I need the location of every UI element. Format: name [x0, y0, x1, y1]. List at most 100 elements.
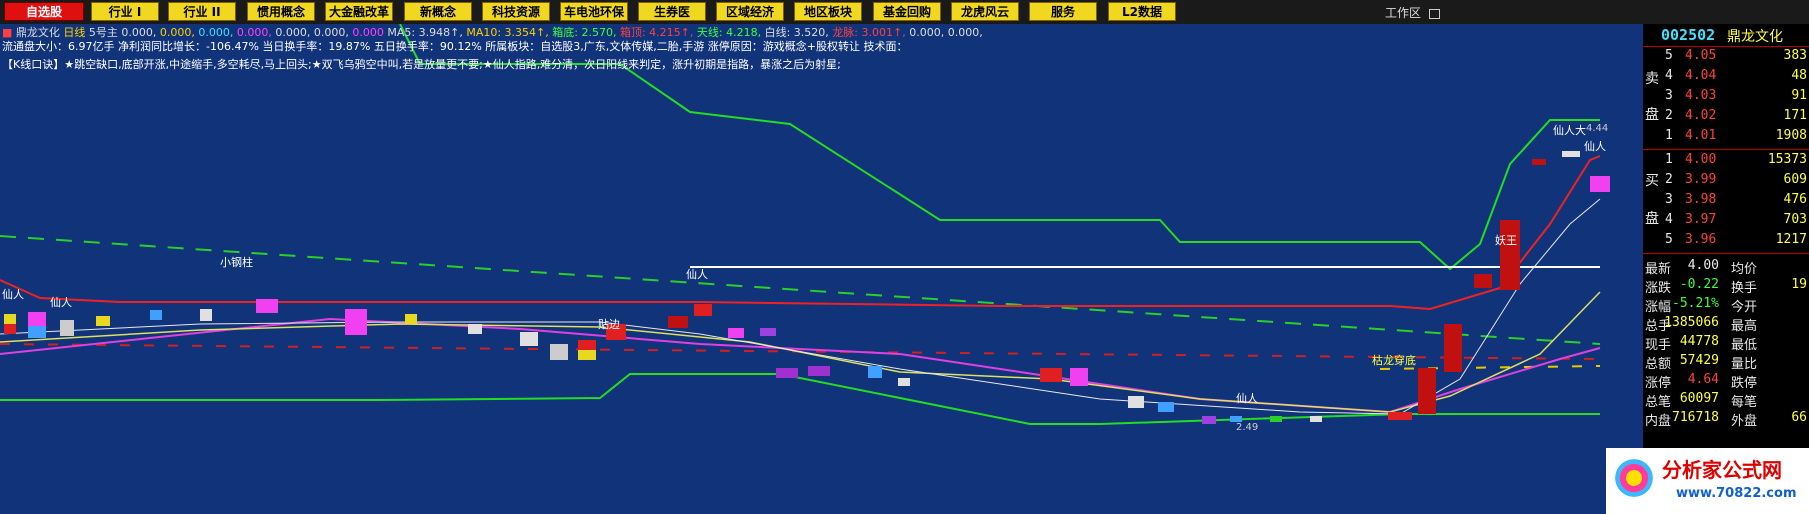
stat-label: 现手	[1645, 338, 1672, 353]
sell-level: 4	[1665, 68, 1673, 83]
label-kulong-chuandi: 枯龙穿底	[1372, 354, 1416, 367]
buy-level: 3	[1665, 192, 1673, 207]
stat-value: 1385066	[1664, 315, 1719, 330]
label-xianren-4: 仙人	[1236, 392, 1258, 405]
label-xianren-da: 仙人大	[1553, 124, 1586, 137]
kline-chart[interactable]: ■ 鼎龙文化 日线 5号主 0.000, 0.000, 0.000, 0.000…	[0, 24, 1643, 514]
stat-value: 44778	[1679, 334, 1719, 349]
stat-label: 涨幅	[1645, 300, 1672, 315]
sell-label-2: 盘	[1645, 107, 1659, 123]
stat-label: 换手	[1731, 281, 1758, 296]
workarea-menu[interactable]: 工作区	[1385, 4, 1440, 21]
tab-hangye-2[interactable]: 行业 II	[168, 2, 236, 21]
stat-value: 57429	[1679, 353, 1719, 368]
tab-jijin-huigou[interactable]: 基金回购	[873, 2, 941, 21]
stat-value: 716718	[1672, 410, 1719, 425]
stat-value: 4.64	[1687, 372, 1719, 387]
stat-label: 最高	[1731, 319, 1758, 334]
sell-price: 4.05	[1685, 48, 1717, 63]
buy-label-2: 盘	[1645, 211, 1659, 227]
tab-shengquanyi[interactable]: 生券医	[638, 2, 706, 21]
divider	[1643, 253, 1809, 254]
label-xianren-2: 仙人	[50, 296, 72, 309]
stat-value: 66	[1791, 410, 1807, 425]
buy-price: 3.97	[1685, 212, 1717, 227]
tab-xin-gainian[interactable]: 新概念	[404, 2, 472, 21]
buy-level: 1	[1665, 152, 1673, 167]
tab-dajinrong-gaige[interactable]: 大金融改革	[325, 2, 393, 21]
tab-diqu-bankuai[interactable]: 地区板块	[794, 2, 862, 21]
label-xianren-3: 仙人	[686, 268, 708, 281]
label-low-value: 2.49	[1236, 422, 1259, 433]
stat-label: 总额	[1645, 357, 1672, 372]
sell-price: 4.01	[1685, 128, 1717, 143]
sell-level: 5	[1665, 48, 1673, 63]
sell-price: 4.04	[1685, 68, 1717, 83]
sell-price: 4.03	[1685, 88, 1717, 103]
buy-label-1: 买	[1645, 173, 1659, 189]
tab-zixuangu[interactable]: 自选股	[4, 2, 84, 21]
kline-tips-line: 【K线口诀】★跳空缺口,底部开涨,中途缩手,多空耗尽,马上回头;★双飞乌鸦空中叫…	[2, 58, 841, 71]
site-logo: 分析家公式网 www.70822.com	[1606, 448, 1809, 514]
buy-price: 3.96	[1685, 232, 1717, 247]
logo-url: www.70822.com	[1676, 486, 1797, 501]
magenta-ma-line	[0, 317, 1601, 414]
dropdown-icon	[1428, 8, 1440, 19]
stat-label: 总笔	[1645, 395, 1672, 410]
label-xianren-1: 仙人	[2, 288, 24, 301]
divider	[1643, 149, 1809, 150]
divider	[1643, 46, 1809, 47]
stat-label: 内盘	[1645, 414, 1672, 429]
stat-label: 每笔	[1731, 395, 1758, 410]
tab-guanyong-gainian[interactable]: 惯用概念	[247, 2, 315, 21]
stock-code: 002502	[1661, 26, 1716, 44]
buy-volume: 1217	[1775, 232, 1807, 247]
tab-quyu-jingji[interactable]: 区域经济	[716, 2, 784, 21]
green-step-line	[0, 373, 1600, 425]
buy-price: 3.98	[1685, 192, 1717, 207]
buy-price: 4.00	[1685, 152, 1717, 167]
sell-volume: 171	[1783, 108, 1807, 123]
stat-label: 外盘	[1731, 414, 1758, 429]
candlesticks	[4, 151, 1610, 424]
buy-level: 4	[1665, 212, 1673, 227]
sell-level: 3	[1665, 88, 1673, 103]
sell-level: 1	[1665, 128, 1673, 143]
sell-label-1: 卖	[1645, 71, 1659, 87]
indicator-value: 0.000,	[947, 26, 983, 39]
stock-info-line: 流通盘大小：6.97亿手 净利润同比增长：-106.47% 当日换手率：19.8…	[2, 40, 908, 53]
stat-label: 最低	[1731, 338, 1758, 353]
stat-label: 涨停	[1645, 376, 1672, 391]
tab-l2-shuju[interactable]: L2数据	[1108, 2, 1176, 21]
label-yaowang: 妖王	[1495, 234, 1517, 247]
sell-volume: 383	[1783, 48, 1807, 63]
tab-keji-ziyuan[interactable]: 科技资源	[482, 2, 550, 21]
stock-title: 鼎龙文化	[1727, 29, 1783, 45]
stat-value: 4.00	[1687, 258, 1719, 273]
label-high-value: 4.44	[1586, 123, 1609, 134]
indicator-value: 0.000,	[909, 26, 945, 39]
stat-label: 最新	[1645, 262, 1672, 277]
red-line	[0, 155, 1601, 311]
label-xiaogangzhu: 小钢柱	[220, 256, 253, 269]
buy-level: 5	[1665, 232, 1673, 247]
logo-title: 分析家公式网	[1662, 458, 1782, 482]
sell-volume: 91	[1791, 88, 1807, 103]
tab-chedianchi-huanbao[interactable]: 车电池环保	[560, 2, 628, 21]
stat-label: 均价	[1731, 262, 1758, 277]
tab-longhu-fengyun[interactable]: 龙虎风云	[951, 2, 1019, 21]
stat-label: 跌停	[1731, 376, 1758, 391]
workarea-label: 工作区	[1385, 6, 1422, 20]
tab-fuwu[interactable]: 服务	[1029, 2, 1097, 21]
label-tiebian: 贴边	[598, 318, 620, 331]
label-xianren-5: 仙人	[1584, 140, 1606, 153]
tab-hangye-1[interactable]: 行业 I	[91, 2, 159, 21]
stat-value: -5.21%	[1672, 296, 1719, 311]
sell-volume: 1908	[1775, 128, 1807, 143]
buy-volume: 15373	[1767, 152, 1807, 167]
buy-price: 3.99	[1685, 172, 1717, 187]
sell-price: 4.02	[1685, 108, 1717, 123]
buy-volume: 703	[1783, 212, 1807, 227]
sell-level: 2	[1665, 108, 1673, 123]
buy-volume: 476	[1783, 192, 1807, 207]
